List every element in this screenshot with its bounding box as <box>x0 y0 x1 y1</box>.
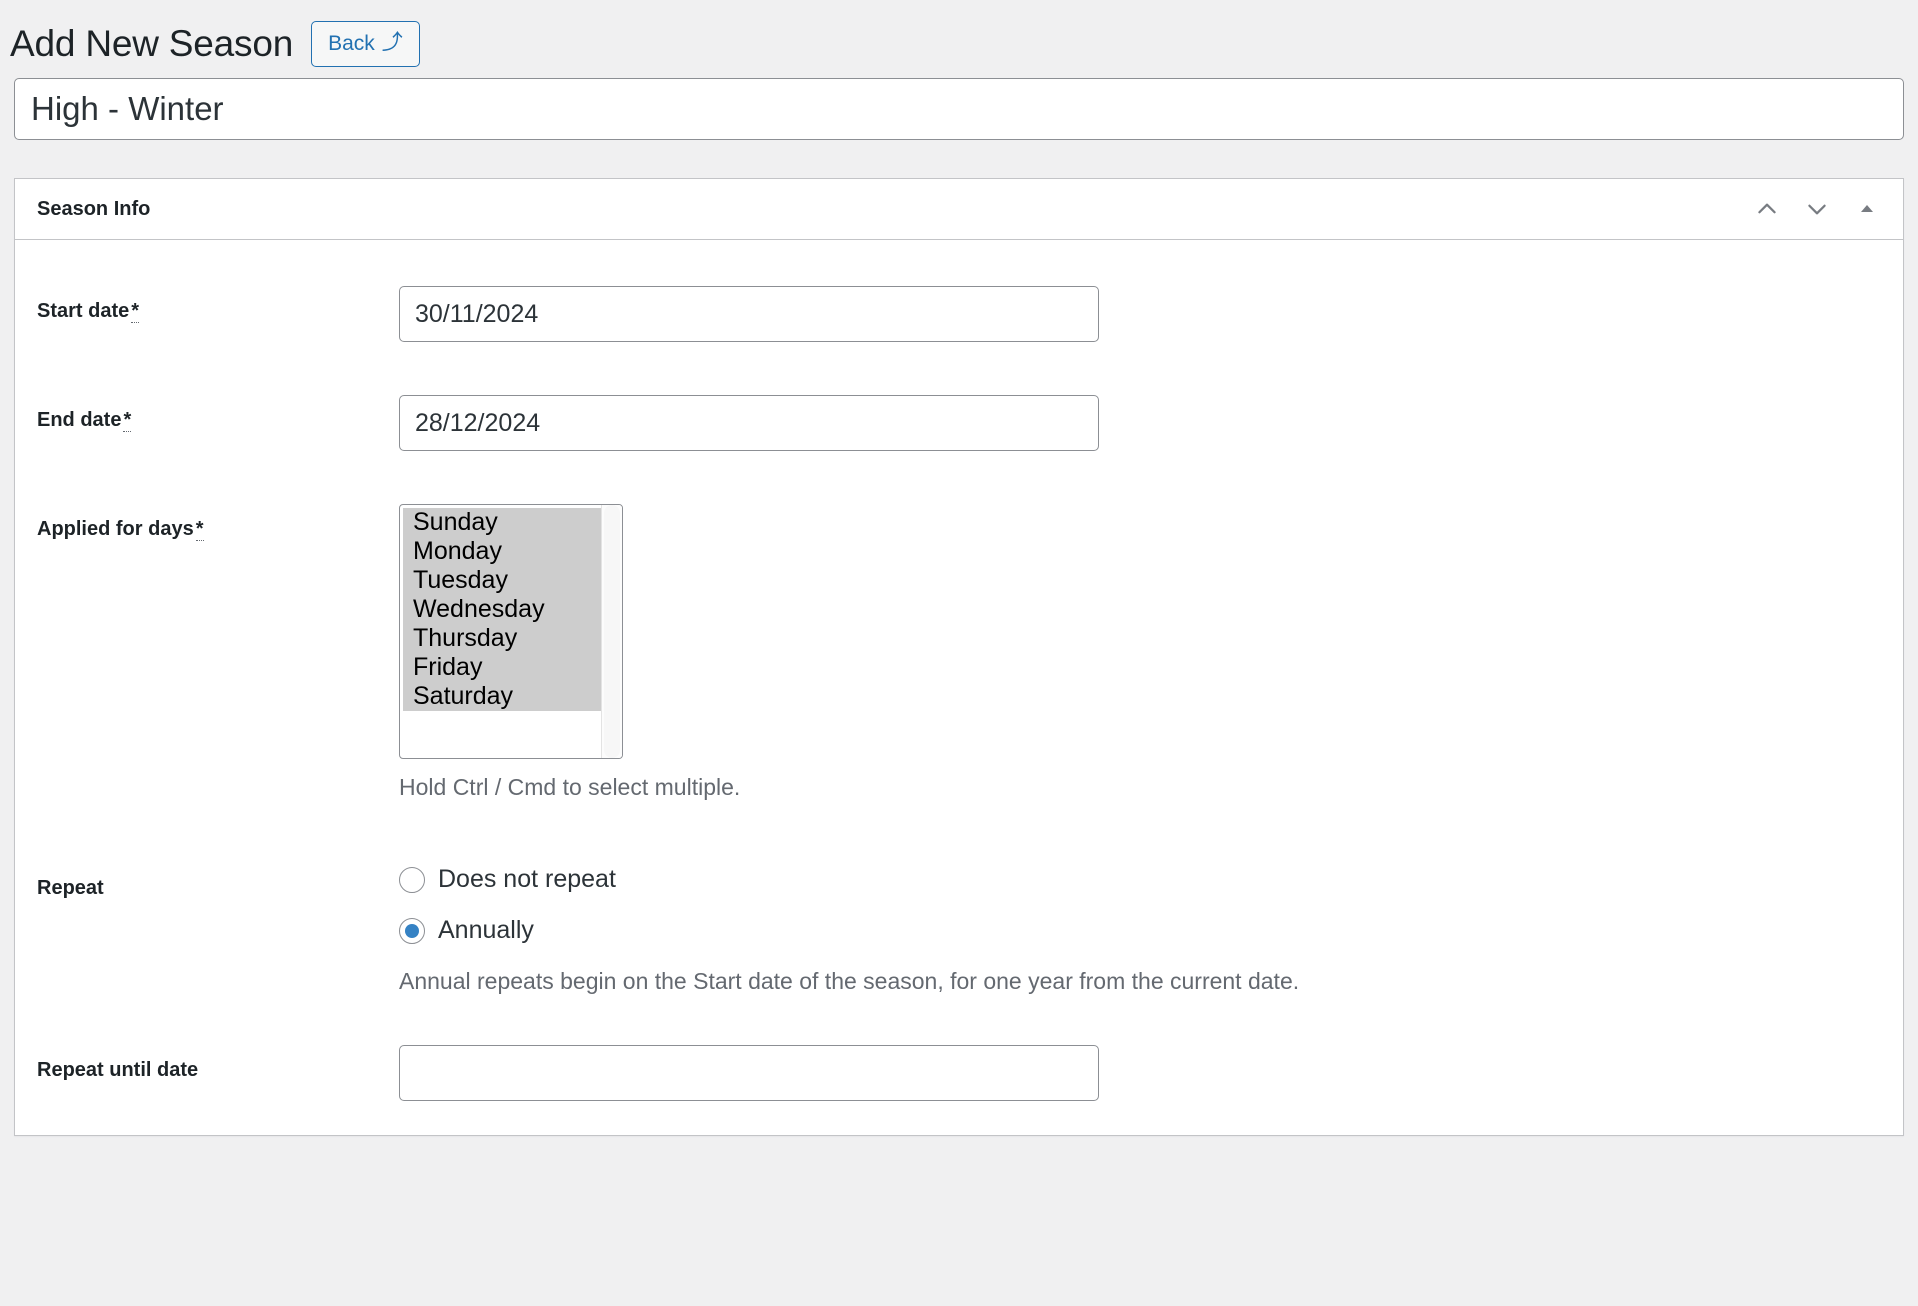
page-header: Add New Season Back ⤴ <box>0 0 1918 74</box>
day-option[interactable]: Tuesday <box>403 566 601 595</box>
season-info-panel-header: Season Info <box>15 179 1903 240</box>
repeat-label-text: Repeat <box>37 876 104 899</box>
back-arrow-icon: ⤴ <box>381 31 403 54</box>
panel-actions <box>1745 187 1889 231</box>
back-button-label: Back <box>328 32 375 55</box>
season-title-input[interactable] <box>14 78 1904 140</box>
repeat-until-date-label-text: Repeat until date <box>37 1058 199 1081</box>
required-marker: * <box>131 300 140 323</box>
season-info-panel-body: Start date* End date* Applied for days* … <box>15 240 1903 1135</box>
applied-for-days-label-text: Applied for days <box>37 518 194 540</box>
listbox-scrollbar-thumb[interactable] <box>604 505 620 758</box>
move-down-button[interactable] <box>1795 187 1839 231</box>
repeat-radio-label: Does not repeat <box>438 865 616 894</box>
field-row-applied-for-days: Applied for days * Sunday Monday Tuesday Wed… <box>15 504 1903 803</box>
radio-unchecked-icon[interactable] <box>399 866 425 893</box>
field-row-repeat-until-date: Repeat until date <box>15 1044 1903 1101</box>
end-date-label: End date * <box>37 395 399 433</box>
day-option[interactable]: Sunday <box>403 508 601 537</box>
listbox-scrollbar[interactable] <box>601 505 622 758</box>
day-option[interactable]: Friday <box>403 653 601 682</box>
repeat-description: Annual repeats begin on the Start date o… <box>399 967 1300 994</box>
panel-title: Season Info <box>37 198 151 220</box>
repeat-radio-group: Does not repeat Annually <box>399 863 1881 944</box>
repeat-radio-option[interactable]: Does not repeat <box>399 865 1881 894</box>
required-marker: * <box>123 409 132 432</box>
toggle-panel-button[interactable] <box>1845 187 1889 231</box>
end-date-label-text: End date <box>37 409 122 431</box>
chevron-down-icon <box>1804 196 1830 222</box>
page-title: Add New Season <box>10 22 294 64</box>
applied-for-days-listbox[interactable]: Sunday Monday Tuesday Wednesday Thursday Frid… <box>399 504 623 759</box>
start-date-label-text: Start date <box>37 300 130 322</box>
day-option[interactable]: Monday <box>403 537 601 566</box>
season-title-wrap <box>0 74 1918 140</box>
repeat-label: Repeat <box>37 863 399 901</box>
start-date-input[interactable] <box>399 286 1099 342</box>
repeat-radio-label: Annually <box>438 916 534 945</box>
repeat-radio-option[interactable]: Annually <box>399 916 1881 945</box>
day-option[interactable]: Saturday <box>403 682 601 711</box>
start-date-label: Start date * <box>37 286 399 324</box>
repeat-control: Does not repeat Annually Annual repeats b… <box>399 863 1881 997</box>
move-up-button[interactable] <box>1745 187 1789 231</box>
applied-for-days-options[interactable]: Sunday Monday Tuesday Wednesday Thursday Frid… <box>400 505 601 758</box>
repeat-until-date-control <box>399 1044 1881 1101</box>
end-date-control <box>399 395 1881 451</box>
applied-for-days-label: Applied for days * <box>37 504 399 542</box>
chevron-up-icon <box>1754 196 1780 222</box>
repeat-until-date-label: Repeat until date <box>37 1045 399 1083</box>
applied-for-days-hint: Hold Ctrl / Cmd to select multiple. <box>399 774 741 800</box>
radio-checked-icon[interactable] <box>399 917 425 944</box>
end-date-input[interactable] <box>399 395 1099 451</box>
day-option[interactable]: Thursday <box>403 624 601 653</box>
field-row-start-date: Start date * <box>15 286 1903 342</box>
season-info-panel: Season Info Start date * 30/11/2024 End … <box>14 178 1904 1136</box>
field-row-repeat: Repeat Does not repeat Annually Annual re… <box>15 863 1903 997</box>
required-marker: * <box>195 518 204 541</box>
field-row-end-date: End date * <box>15 395 1903 451</box>
start-date-control <box>399 286 1881 342</box>
day-option[interactable]: Wednesday <box>403 595 601 624</box>
applied-for-days-control: Sunday Monday Tuesday Wednesday Thursday Frid… <box>399 504 1881 803</box>
back-button[interactable]: Back ⤴ <box>311 21 420 67</box>
repeat-until-date-input[interactable] <box>399 1044 1099 1101</box>
triangle-up-icon <box>1857 199 1877 219</box>
